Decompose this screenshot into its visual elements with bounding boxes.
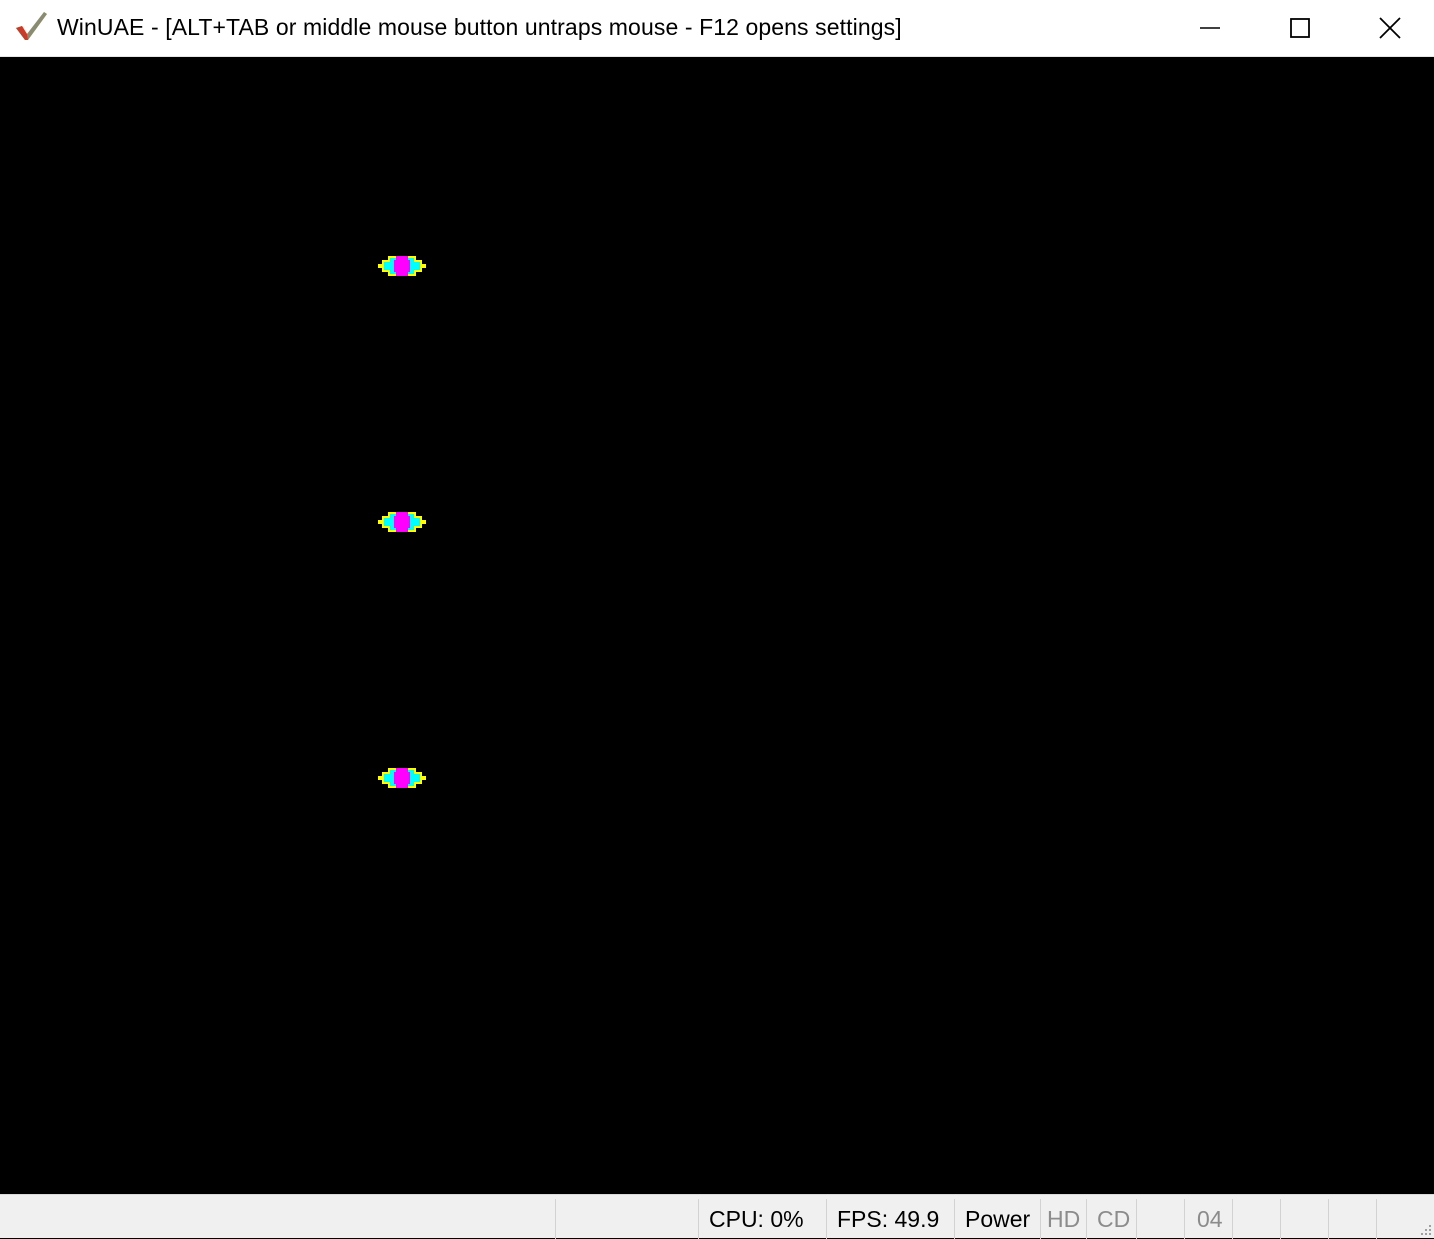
close-button[interactable] bbox=[1345, 0, 1434, 56]
status-drive-df1[interactable] bbox=[1232, 1199, 1280, 1239]
status-drive-df2[interactable] bbox=[1280, 1199, 1328, 1239]
emulator-display[interactable] bbox=[0, 57, 1434, 1194]
winuae-checkmark-icon bbox=[16, 12, 47, 40]
sprite bbox=[378, 768, 426, 788]
status-empty-segment bbox=[555, 1199, 698, 1239]
status-cpu: CPU: 0% bbox=[698, 1199, 826, 1239]
status-cd: CD bbox=[1086, 1199, 1136, 1239]
status-hd: HD bbox=[1040, 1199, 1086, 1239]
title-bar[interactable]: WinUAE - [ALT+TAB or middle mouse button… bbox=[0, 0, 1434, 57]
status-power[interactable]: Power bbox=[954, 1199, 1040, 1239]
close-icon bbox=[1379, 17, 1401, 39]
status-fps: FPS: 49.9 bbox=[826, 1199, 954, 1239]
status-bar: CPU: 0% FPS: 49.9 Power HD CD 04 bbox=[0, 1194, 1434, 1239]
minimize-button[interactable] bbox=[1165, 0, 1255, 56]
window-title: WinUAE - [ALT+TAB or middle mouse button… bbox=[57, 14, 902, 40]
minimize-icon bbox=[1200, 27, 1220, 29]
status-drive-df0[interactable] bbox=[1136, 1199, 1184, 1239]
sprite bbox=[378, 512, 426, 532]
status-drive-df3[interactable] bbox=[1328, 1199, 1376, 1239]
status-drive-track[interactable]: 04 bbox=[1184, 1199, 1232, 1239]
maximize-icon bbox=[1290, 18, 1310, 38]
sprite bbox=[378, 256, 426, 276]
resize-grip-icon[interactable] bbox=[1418, 1222, 1432, 1236]
maximize-button[interactable] bbox=[1255, 0, 1345, 56]
